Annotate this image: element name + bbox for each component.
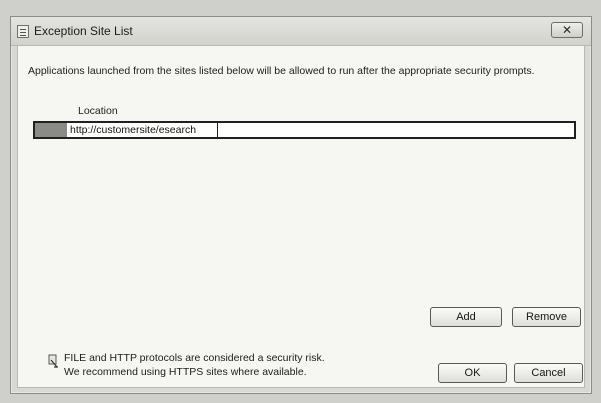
remove-button[interactable]: Remove — [512, 307, 581, 327]
close-button[interactable]: ✕ — [551, 22, 583, 38]
description-text: Applications launched from the sites lis… — [28, 65, 535, 77]
table-row[interactable] — [33, 121, 576, 139]
dialog-content: Applications launched from the sites lis… — [17, 45, 585, 388]
location-column-header: Location — [78, 105, 118, 117]
ok-button[interactable]: OK — [438, 363, 507, 383]
add-button[interactable]: Add — [430, 307, 502, 327]
warning-line-2: We recommend using HTTPS sites where ava… — [64, 366, 307, 378]
title-bar: Exception Site List ✕ — [11, 17, 591, 46]
row-selector[interactable] — [35, 123, 67, 137]
java-app-icon — [17, 25, 29, 38]
location-input[interactable] — [68, 123, 218, 137]
window-title: Exception Site List — [34, 24, 133, 38]
cancel-button[interactable]: Cancel — [514, 363, 583, 383]
security-warning: FILE and HTTP protocols are considered a… — [64, 351, 325, 379]
java-warning-icon — [48, 354, 58, 368]
warning-line-1: FILE and HTTP protocols are considered a… — [64, 352, 325, 364]
